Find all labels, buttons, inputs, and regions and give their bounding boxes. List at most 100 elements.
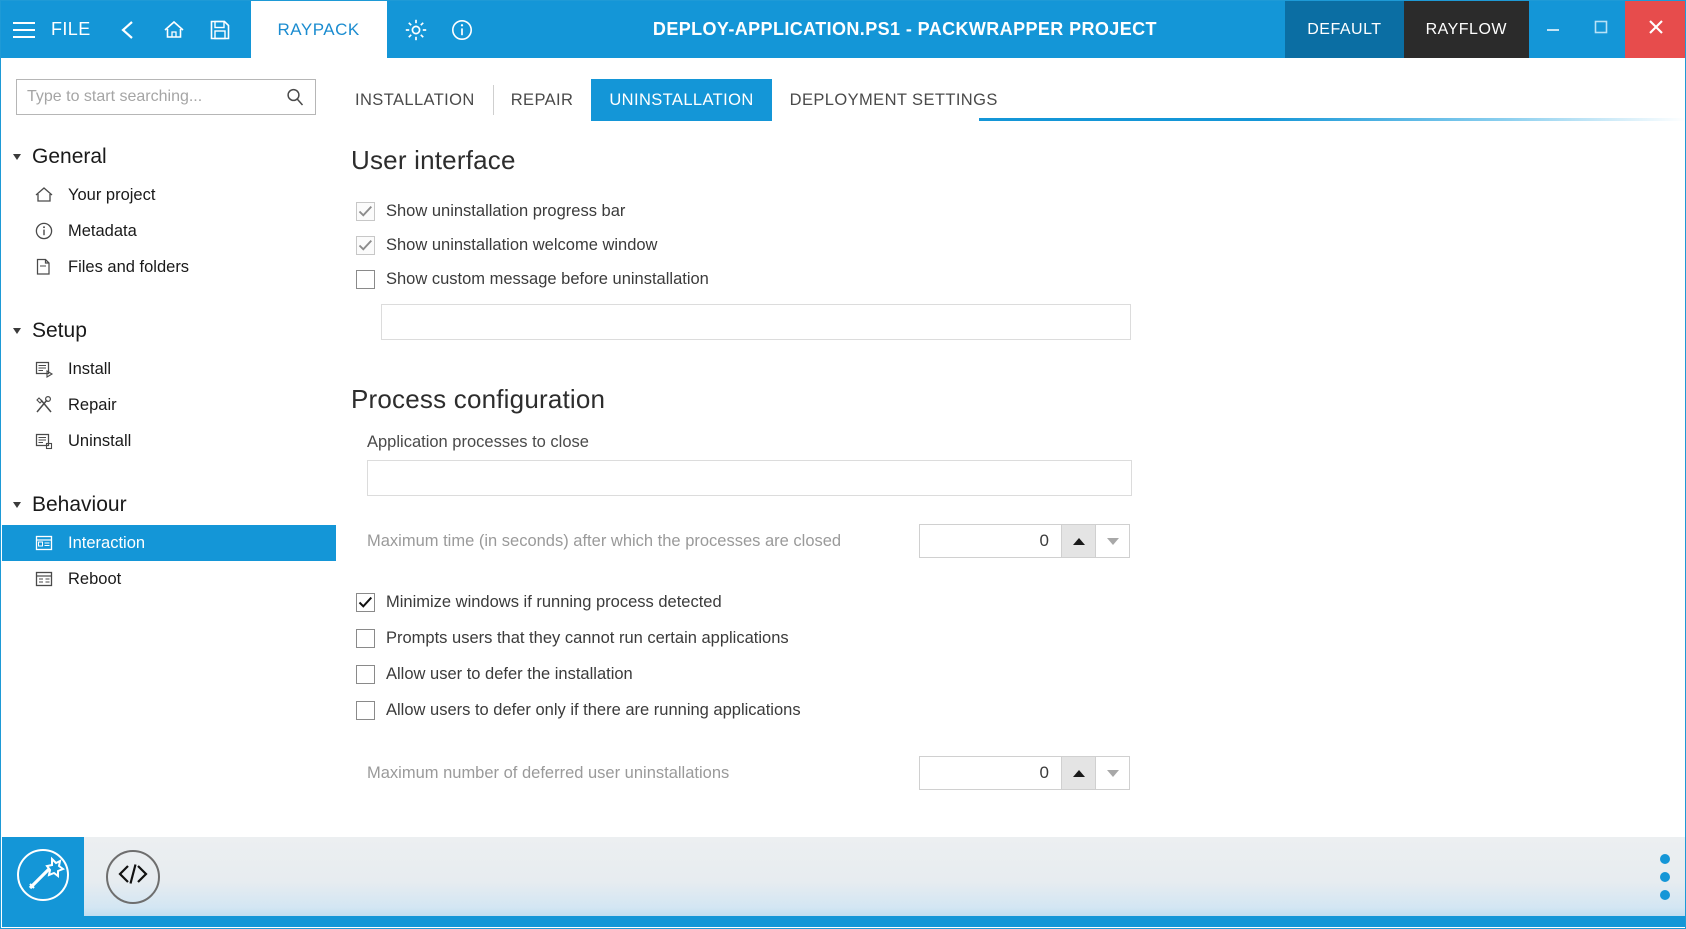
home-button[interactable]	[151, 1, 197, 58]
wizard-button[interactable]	[2, 837, 84, 917]
close-button[interactable]	[1625, 1, 1686, 58]
checkbox-allow-users-to-defer-only-if-running-applications[interactable]	[356, 701, 375, 720]
sidebar-item-your-project[interactable]: Your project	[2, 177, 336, 213]
hamburger-icon	[13, 22, 35, 38]
maximize-button[interactable]	[1577, 1, 1625, 58]
chevron-down-icon	[10, 151, 26, 163]
files-folders-icon	[34, 257, 60, 277]
checkbox-label: Prompts users that they cannot run certa…	[386, 629, 789, 648]
sidebar-group-label: Setup	[32, 319, 87, 343]
interaction-icon	[34, 534, 60, 552]
section-title-user-interface: User interface	[351, 145, 1686, 176]
title-bar: FILE	[1, 1, 1686, 58]
spinner-decrement-button[interactable]	[1095, 525, 1129, 557]
info-button[interactable]	[439, 1, 485, 58]
checkbox-row-prompt-users[interactable]: Prompts users that they cannot run certa…	[351, 620, 1686, 656]
main-content: INSTALLATION REPAIR UNINSTALLATION DEPLO…	[337, 59, 1686, 868]
sidebar-group-setup[interactable]: Setup	[2, 311, 336, 351]
sidebar-item-label: Interaction	[68, 534, 145, 553]
profile-rayflow-button[interactable]: RAYFLOW	[1404, 1, 1529, 58]
sidebar-item-interaction[interactable]: Interaction	[2, 525, 336, 561]
sidebar-group-label: Behaviour	[32, 493, 127, 517]
spinner-increment-button[interactable]	[1061, 525, 1095, 557]
sidebar-item-reboot[interactable]: Reboot	[2, 561, 336, 597]
info-icon	[34, 221, 60, 241]
application-window: FILE	[0, 0, 1686, 929]
file-menu-button[interactable]: FILE	[47, 1, 105, 58]
bottom-accent-strip	[2, 916, 1686, 927]
checkbox-label: Minimize windows if running process dete…	[386, 593, 722, 612]
search-icon[interactable]	[281, 87, 315, 107]
sidebar-group-behaviour[interactable]: Behaviour	[2, 485, 336, 525]
save-button[interactable]	[197, 1, 243, 58]
label-maximum-time: Maximum time (in seconds) after which th…	[367, 532, 919, 551]
code-brackets-icon	[116, 861, 150, 893]
install-icon	[34, 359, 60, 379]
checkbox-row-show-welcome-window[interactable]: Show uninstallation welcome window	[351, 228, 1686, 262]
spinner-value[interactable]: 0	[920, 525, 1061, 557]
search-input[interactable]	[17, 80, 281, 114]
title-bar-right-controls: DEFAULT RAYFLOW	[1285, 1, 1686, 58]
more-options-icon	[1660, 890, 1670, 900]
back-chevron-icon	[118, 19, 138, 41]
tab-raypack[interactable]: RAYPACK	[251, 1, 387, 58]
checkbox-label: Show custom message before uninstallatio…	[386, 270, 709, 289]
checkbox-row-minimize-windows[interactable]: Minimize windows if running process dete…	[351, 584, 1686, 620]
reboot-icon	[34, 570, 60, 588]
application-processes-input[interactable]	[367, 460, 1132, 496]
checkbox-minimize-windows-if-running-process-detected[interactable]	[356, 593, 375, 612]
sidebar-item-label: Uninstall	[68, 432, 131, 451]
tab-uninstallation[interactable]: UNINSTALLATION	[591, 79, 771, 121]
sidebar-spacer	[2, 285, 336, 311]
tab-repair[interactable]: REPAIR	[493, 79, 592, 121]
tab-installation[interactable]: INSTALLATION	[337, 79, 493, 121]
sidebar-item-repair[interactable]: Repair	[2, 387, 336, 423]
label-application-processes-to-close: Application processes to close	[367, 433, 1686, 452]
checkbox-show-custom-message-before-uninstallation[interactable]	[356, 270, 375, 289]
checkbox-row-show-custom-message[interactable]: Show custom message before uninstallatio…	[351, 262, 1686, 296]
minimize-button[interactable]	[1529, 1, 1577, 58]
tab-deployment-settings[interactable]: DEPLOYMENT SETTINGS	[772, 79, 1016, 121]
custom-message-input[interactable]	[381, 304, 1131, 340]
sidebar-item-label: Metadata	[68, 222, 137, 241]
search-box[interactable]	[16, 79, 316, 115]
checkbox-show-uninstallation-progress-bar[interactable]	[356, 202, 375, 221]
uninstallation-panel: User interface Show uninstallation progr…	[337, 121, 1686, 790]
chevron-up-icon	[1073, 538, 1085, 545]
spinner-maximum-deferrals[interactable]: 0	[919, 756, 1130, 790]
process-checkbox-group: Minimize windows if running process dete…	[351, 584, 1686, 728]
close-icon	[1646, 17, 1666, 42]
checkbox-allow-user-to-defer-the-installation[interactable]	[356, 665, 375, 684]
sidebar-item-metadata[interactable]: Metadata	[2, 213, 336, 249]
profile-default-button[interactable]: DEFAULT	[1285, 1, 1403, 58]
sidebar-item-install[interactable]: Install	[2, 351, 336, 387]
sidebar: General Your project	[2, 59, 336, 868]
gear-icon	[404, 18, 428, 42]
sidebar-item-label: Install	[68, 360, 111, 379]
spacer	[351, 296, 1686, 304]
sidebar-group-general[interactable]: General	[2, 137, 336, 177]
hamburger-menu-button[interactable]	[1, 1, 47, 58]
minimize-icon	[1545, 21, 1561, 39]
spinner-decrement-button[interactable]	[1095, 757, 1129, 789]
checkbox-label: Show uninstallation progress bar	[386, 202, 625, 221]
checkbox-label: Allow user to defer the installation	[386, 665, 633, 684]
more-options-button[interactable]	[1660, 854, 1670, 900]
checkbox-show-uninstallation-welcome-window[interactable]	[356, 236, 375, 255]
spinner-value[interactable]: 0	[920, 757, 1061, 789]
settings-button[interactable]	[393, 1, 439, 58]
checkbox-label: Show uninstallation welcome window	[386, 236, 657, 255]
spinner-increment-button[interactable]	[1061, 757, 1095, 789]
magic-wand-icon	[16, 848, 70, 907]
repair-tools-icon	[34, 395, 60, 415]
sidebar-item-files-and-folders[interactable]: Files and folders	[2, 249, 336, 285]
spinner-maximum-time[interactable]: 0	[919, 524, 1130, 558]
back-button[interactable]	[105, 1, 151, 58]
spinner-buttons	[1061, 757, 1129, 789]
code-view-button[interactable]	[106, 850, 160, 904]
checkbox-row-show-progress-bar[interactable]: Show uninstallation progress bar	[351, 194, 1686, 228]
checkbox-prompts-users-cannot-run-certain-applications[interactable]	[356, 629, 375, 648]
checkbox-row-allow-defer-only-if-running[interactable]: Allow users to defer only if there are r…	[351, 692, 1686, 728]
sidebar-item-uninstall[interactable]: Uninstall	[2, 423, 336, 459]
checkbox-row-allow-defer-installation[interactable]: Allow user to defer the installation	[351, 656, 1686, 692]
